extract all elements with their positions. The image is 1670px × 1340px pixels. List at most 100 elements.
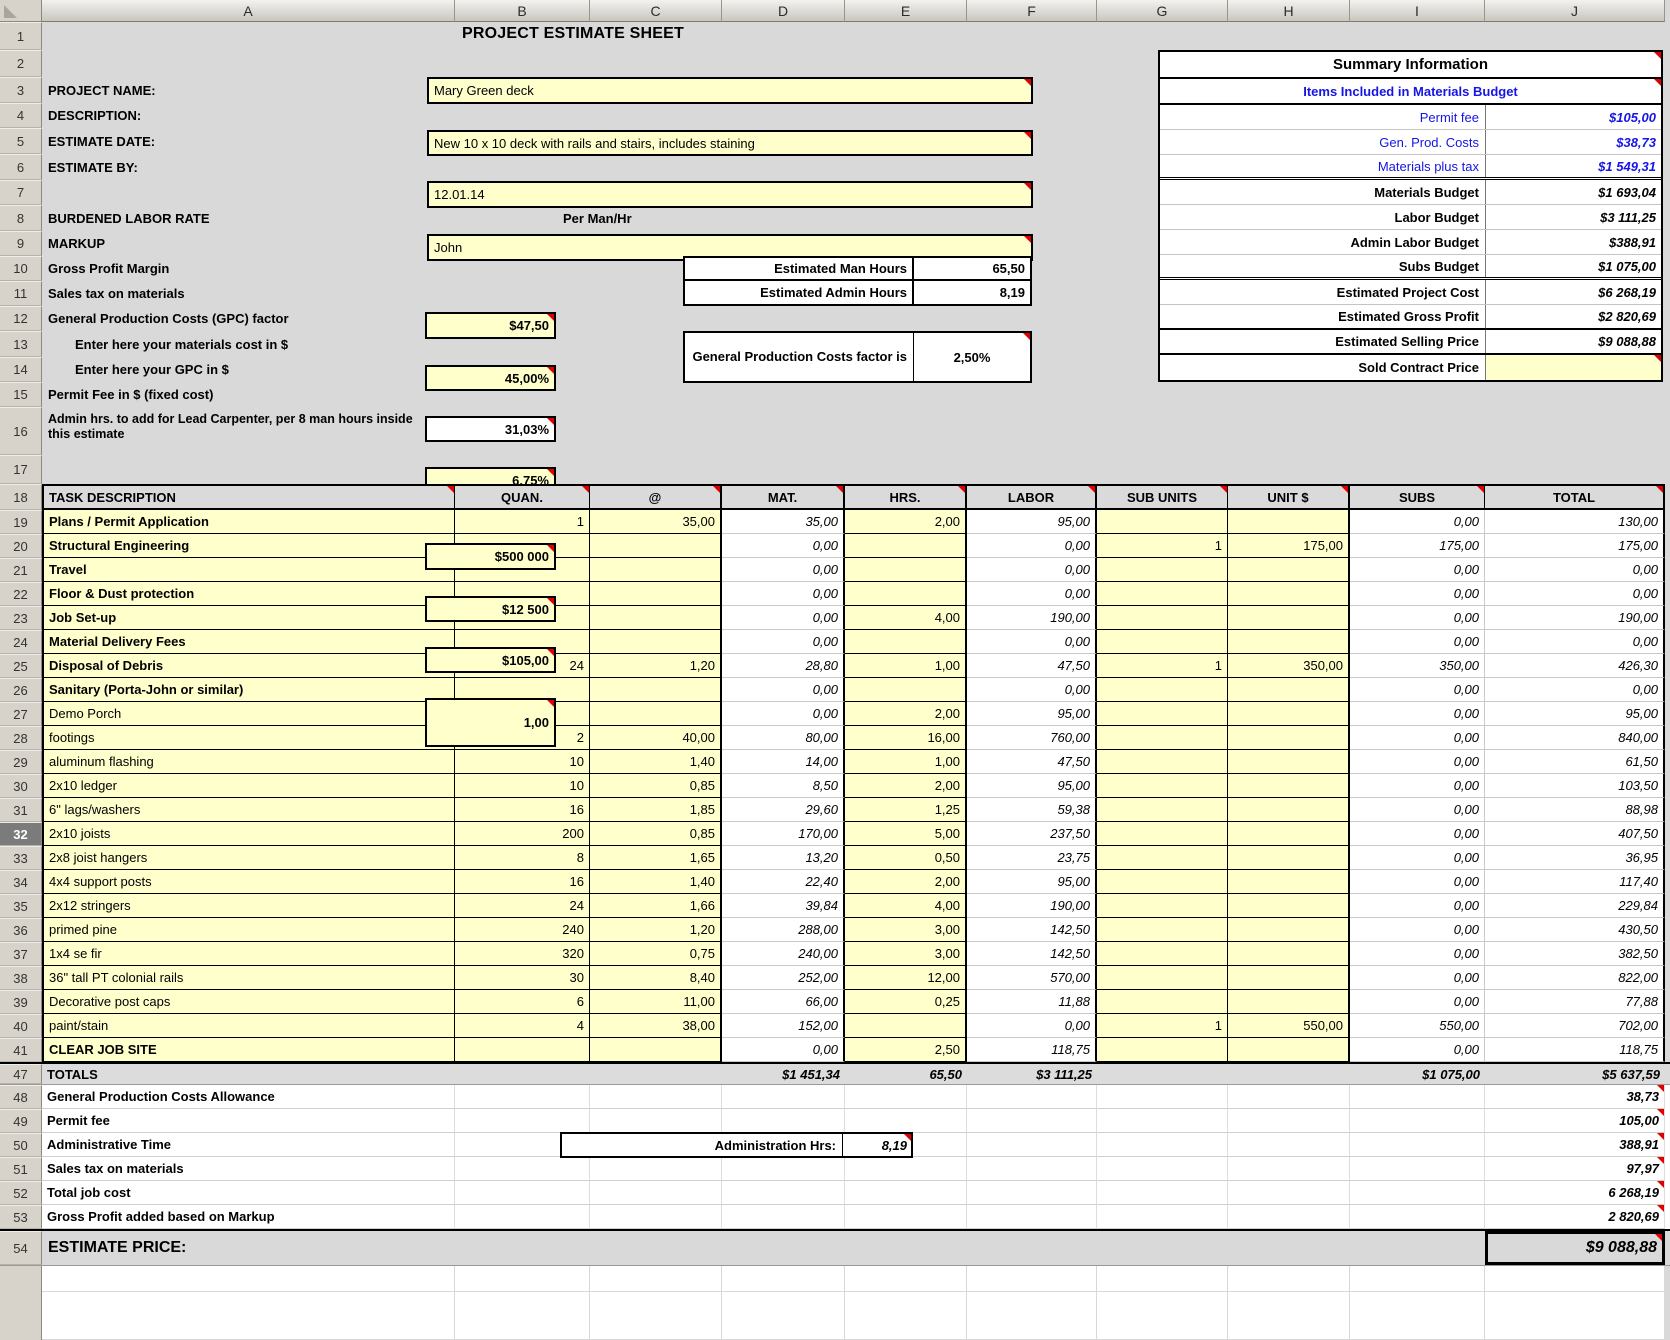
select-all-corner[interactable] [0,0,42,22]
cell-hours[interactable] [845,582,967,606]
cell-material[interactable]: 80,00 [722,726,845,750]
summary-row-value[interactable]: $1 549,31 [1485,155,1661,177]
cell-unit-cost[interactable]: 1,40 [590,870,722,894]
cell-labor[interactable]: 118,75 [967,1038,1097,1062]
cell-quantity[interactable]: 6 [455,990,590,1014]
cell-material[interactable]: 66,00 [722,990,845,1014]
cell-sub-units[interactable]: 1 [1097,654,1228,678]
cell-material[interactable]: 29,60 [722,798,845,822]
estimate-price-value[interactable]: $9 088,88 [1485,1231,1665,1265]
cell-unit-price[interactable] [1228,630,1350,654]
cell-task-description[interactable]: Decorative post caps [42,990,455,1014]
cell-labor[interactable]: 237,50 [967,822,1097,846]
cell-subs[interactable]: 0,00 [1350,942,1485,966]
cell-task-description[interactable]: 4x4 support posts [42,870,455,894]
cell-task-description[interactable]: CLEAR JOB SITE [42,1038,455,1062]
cell-subs[interactable]: 0,00 [1350,774,1485,798]
sales-tax-label[interactable]: Sales tax on materials [48,281,185,306]
header-mat[interactable]: MAT. [722,484,845,510]
cell-hours[interactable]: 3,00 [845,942,967,966]
column-header-e[interactable]: E [845,0,967,22]
cell-subs[interactable]: 0,00 [1350,702,1485,726]
cell-hours[interactable]: 2,00 [845,702,967,726]
cell-unit-price[interactable] [1228,774,1350,798]
header-hrs[interactable]: HRS. [845,484,967,510]
cell-unit-price[interactable] [1228,726,1350,750]
cell-quantity[interactable]: 4 [455,1014,590,1038]
materials-cost-cell[interactable]: $500 000 [425,543,556,570]
summary-row-label[interactable]: Estimated Project Cost [1160,280,1485,304]
cell-subs[interactable]: 0,00 [1350,510,1485,534]
cell-sub-units[interactable] [1097,678,1228,702]
cell-sub-units[interactable] [1097,918,1228,942]
summary-row-value[interactable] [1485,355,1661,380]
column-header-c[interactable]: C [590,0,722,22]
summary-subtitle[interactable]: Items Included in Materials Budget [1160,79,1661,105]
cell-material[interactable]: 252,00 [722,966,845,990]
cell-sub-units[interactable] [1097,774,1228,798]
cell-sub-units[interactable] [1097,726,1228,750]
cell-total[interactable]: 0,00 [1485,630,1665,654]
row-number[interactable]: 8 [0,205,42,231]
cell-hours[interactable]: 4,00 [845,894,967,918]
cell-unit-cost[interactable] [590,606,722,630]
header-sub-units[interactable]: SUB UNITS [1097,484,1228,510]
cost-summary-label[interactable]: General Production Costs Allowance [42,1085,455,1109]
row-number[interactable]: 36 [0,918,42,942]
cell-unit-cost[interactable]: 1,40 [590,750,722,774]
column-header-b[interactable]: B [455,0,590,22]
cell-subs[interactable]: 550,00 [1350,1014,1485,1038]
column-header-h[interactable]: H [1228,0,1350,22]
row-number[interactable]: 4 [0,103,42,128]
header-total[interactable]: TOTAL [1485,484,1665,510]
cell-labor[interactable]: 47,50 [967,654,1097,678]
row-number[interactable]: 41 [0,1038,42,1062]
cell-unit-price[interactable] [1228,966,1350,990]
admin-hours-box-value[interactable]: 8,19 [914,281,1030,304]
row-number[interactable]: 16 [0,407,42,455]
row-number[interactable]: 22 [0,582,42,606]
cell-hours[interactable] [845,534,967,558]
cell-unit-price[interactable]: 175,00 [1228,534,1350,558]
cost-summary-label[interactable]: Gross Profit added based on Markup [42,1205,455,1229]
burdened-labor-rate-cell[interactable]: $47,50 [425,312,556,339]
summary-row-value[interactable]: $9 088,88 [1485,330,1661,353]
row-number[interactable]: 37 [0,942,42,966]
cell-hours[interactable] [845,630,967,654]
row-number[interactable]: 47 [0,1064,42,1084]
cell-unit-price[interactable] [1228,870,1350,894]
cell-sub-units[interactable] [1097,606,1228,630]
row-number[interactable]: 33 [0,846,42,870]
cell-sub-units[interactable] [1097,582,1228,606]
cell-task-description[interactable]: 2x10 joists [42,822,455,846]
cell-sub-units[interactable] [1097,750,1228,774]
cell-quantity[interactable]: 16 [455,870,590,894]
project-name-label[interactable]: PROJECT NAME: [48,77,156,103]
cost-summary-label[interactable]: Total job cost [42,1181,455,1205]
gross-profit-margin-label[interactable]: Gross Profit Margin [48,256,169,281]
column-header-j[interactable]: J [1485,0,1665,22]
estimate-price-label[interactable]: ESTIMATE PRICE: [42,1239,186,1257]
cell-unit-cost[interactable] [590,630,722,654]
cost-summary-label[interactable]: Sales tax on materials [42,1157,455,1181]
cell-unit-price[interactable] [1228,942,1350,966]
cell-total[interactable]: 0,00 [1485,582,1665,606]
cell-unit-price[interactable] [1228,846,1350,870]
row-number[interactable]: 29 [0,750,42,774]
cell-subs[interactable]: 0,00 [1350,1038,1485,1062]
materials-cost-label[interactable]: Enter here your materials cost in $ [75,331,288,357]
cost-summary-value[interactable]: 6 268,19 [1485,1181,1665,1205]
totals-hours[interactable]: 65,50 [845,1064,967,1084]
cell-subs[interactable]: 350,00 [1350,654,1485,678]
project-name-cell[interactable]: Mary Green deck [427,77,1033,104]
cell-quantity[interactable]: 30 [455,966,590,990]
cell-subs[interactable]: 0,00 [1350,582,1485,606]
cell-hours[interactable]: 1,00 [845,654,967,678]
administration-hours-value[interactable]: 8,19 [843,1134,911,1156]
cell-total[interactable]: 426,30 [1485,654,1665,678]
summary-row-value[interactable]: $3 111,25 [1485,205,1661,229]
totals-material[interactable]: $1 451,34 [722,1064,845,1084]
column-header-f[interactable]: F [967,0,1097,22]
row-number[interactable]: 5 [0,128,42,154]
summary-row-value[interactable]: $1 693,04 [1485,180,1661,204]
